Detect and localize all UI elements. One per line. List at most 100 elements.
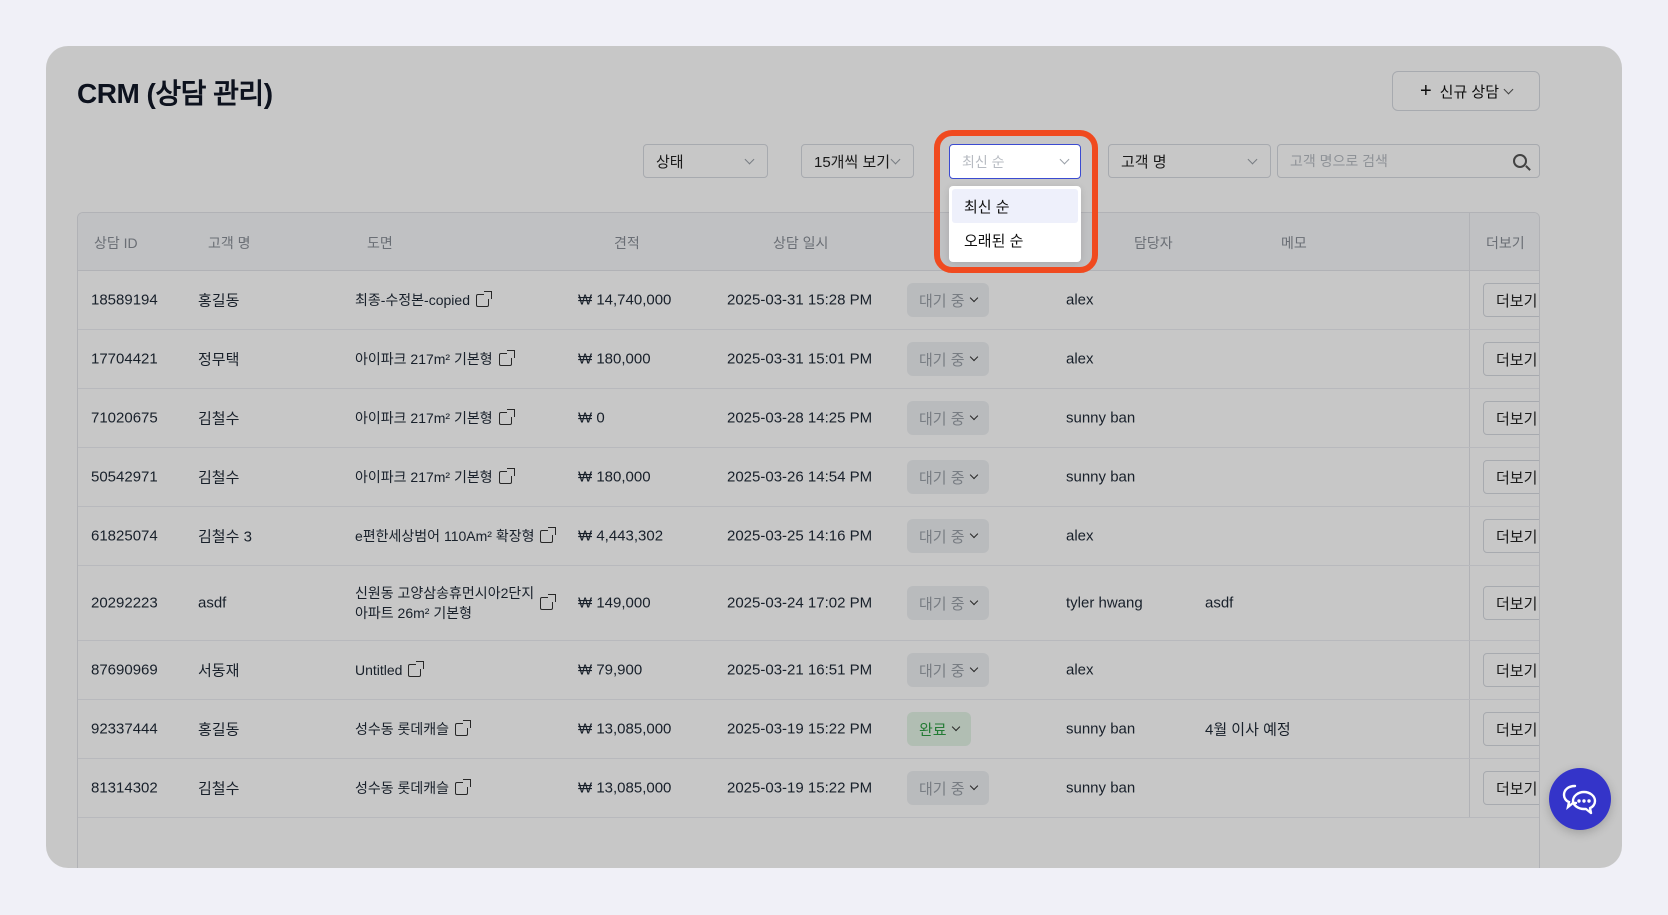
more-button[interactable]: 더보기 <box>1483 401 1539 435</box>
drawing-name: 아이파크 217m² 기본형 <box>355 351 493 367</box>
more-button-label: 더보기 <box>1496 469 1538 487</box>
status-label: 대기 중 <box>919 351 965 369</box>
more-button[interactable]: 더보기 <box>1483 653 1539 687</box>
page-size-select[interactable]: 15개씩 보기 <box>801 144 914 178</box>
status-select[interactable]: 대기 중 <box>907 586 989 620</box>
status-select[interactable]: 대기 중 <box>907 460 989 494</box>
search-field-select[interactable]: 고객 명 <box>1108 144 1271 178</box>
status-select[interactable]: 대기 중 <box>907 519 989 553</box>
estimate: ₩ 180,000 <box>578 468 651 486</box>
external-link-icon[interactable] <box>540 526 557 543</box>
search-icon[interactable] <box>1513 154 1527 168</box>
table-row: 61825074 김철수 3 e편한세상범어 110Am² 확장형 ₩ 4,443,3… <box>78 507 1539 566</box>
status-select[interactable]: 대기 중 <box>907 401 989 435</box>
status-cell: 대기 중 <box>907 460 989 494</box>
more-button[interactable]: 더보기 <box>1483 712 1539 746</box>
chevron-down-icon <box>1503 84 1514 94</box>
external-link-icon[interactable] <box>455 778 472 795</box>
estimate: ₩ 4,443,302 <box>578 527 664 545</box>
search-field-label: 고객 명 <box>1121 153 1167 171</box>
status-select[interactable]: 대기 중 <box>907 342 989 376</box>
external-link-icon[interactable] <box>475 290 492 307</box>
owner-name: alex <box>1066 291 1094 309</box>
drawing-link[interactable]: 신원동 고양삼송휴먼시아2단지 아파트 26m² 기본형 <box>355 583 557 623</box>
status-select[interactable]: 대기 중 <box>907 653 989 687</box>
new-consultation-button[interactable]: + 신규 상담 <box>1392 71 1540 111</box>
consultation-id: 50542971 <box>91 468 158 486</box>
chevron-down-icon <box>969 781 978 791</box>
plus-icon: + <box>1419 80 1432 102</box>
status-label: 대기 중 <box>919 595 965 613</box>
drawing-link[interactable]: 아이파크 217m² 기본형 <box>355 349 515 369</box>
drawing-link[interactable]: 성수동 롯데캐슬 <box>355 778 472 798</box>
owner-name: alex <box>1066 527 1094 545</box>
drawing-link[interactable]: 최종-수정본-copied <box>355 290 492 310</box>
chat-support-button[interactable] <box>1549 768 1611 830</box>
more-button[interactable]: 더보기 <box>1483 283 1539 317</box>
sort-select-placeholder: 최신 순 <box>962 153 1005 170</box>
drawing-link[interactable]: 아이파크 217m² 기본형 <box>355 467 515 487</box>
status-select[interactable]: 대기 중 <box>907 283 989 317</box>
status-filter[interactable]: 상태 <box>643 144 768 178</box>
header-datetime: 상담 일시 <box>773 235 829 251</box>
consultation-id: 17704421 <box>91 350 158 368</box>
more-cell: 더보기 <box>1469 759 1539 817</box>
sort-select[interactable]: 최신 순 <box>949 144 1081 179</box>
owner-name: sunny ban <box>1066 409 1136 427</box>
status-cell: 대기 중 <box>907 586 989 620</box>
chevron-down-icon <box>1059 154 1070 165</box>
table-row: 92337444 홍길동 성수동 롯데캐슬 ₩ 13,085,000 2025-03-1… <box>78 700 1539 759</box>
chevron-down-icon <box>969 411 978 421</box>
status-cell: 대기 중 <box>907 342 989 376</box>
more-cell: 더보기 <box>1469 330 1539 388</box>
estimate: ₩ 149,000 <box>578 594 651 612</box>
consultation-datetime: 2025-03-19 15:22 PM <box>727 779 873 797</box>
more-button-label: 더보기 <box>1496 595 1538 613</box>
more-button[interactable]: 더보기 <box>1483 771 1539 805</box>
table-row: 50542971 김철수 아이파크 217m² 기본형 ₩ 180,000 2025-0… <box>78 448 1539 507</box>
sort-option-oldest[interactable]: 오래된 순 <box>952 223 1078 257</box>
drawing-link[interactable]: 아이파크 217m² 기본형 <box>355 408 515 428</box>
chevron-down-icon <box>1247 154 1258 164</box>
external-link-icon[interactable] <box>498 349 515 366</box>
search-box[interactable] <box>1277 144 1540 178</box>
sort-option-latest[interactable]: 최신 순 <box>952 189 1078 223</box>
chat-bubbles-icon <box>1562 784 1597 815</box>
status-select[interactable]: 완료 <box>907 712 971 746</box>
consultation-datetime: 2025-03-31 15:01 PM <box>727 350 873 368</box>
customer-name: 홍길동 <box>198 721 240 739</box>
search-input[interactable] <box>1290 153 1513 169</box>
more-button-label: 더보기 <box>1496 721 1538 739</box>
drawing-link[interactable]: e편한세상범어 110Am² 확장형 <box>355 526 557 546</box>
consultation-id: 20292223 <box>91 594 158 612</box>
more-button[interactable]: 더보기 <box>1483 519 1539 553</box>
status-select[interactable]: 대기 중 <box>907 771 989 805</box>
estimate: ₩ 13,085,000 <box>578 720 672 738</box>
drawing-link[interactable]: 성수동 롯데캐슬 <box>355 719 472 739</box>
owner-name: sunny ban <box>1066 720 1136 738</box>
customer-name: 서동재 <box>198 662 240 680</box>
header-drawing: 도면 <box>367 235 393 251</box>
more-cell: 더보기 <box>1469 507 1539 565</box>
status-label: 대기 중 <box>919 528 965 546</box>
customer-name: 김철수 <box>198 780 240 798</box>
external-link-icon[interactable] <box>408 660 425 677</box>
status-cell: 대기 중 <box>907 519 989 553</box>
external-link-icon[interactable] <box>498 408 515 425</box>
external-link-icon[interactable] <box>455 719 472 736</box>
table-row: 18589194 홍길동 최종-수정본-copied ₩ 14,740,000 2025… <box>78 271 1539 330</box>
more-cell: 더보기 <box>1469 566 1539 640</box>
header-more-col: 더보기 <box>1469 213 1539 270</box>
external-link-icon[interactable] <box>498 467 515 484</box>
more-button[interactable]: 더보기 <box>1483 586 1539 620</box>
owner-name: sunny ban <box>1066 779 1136 797</box>
chevron-down-icon <box>969 293 978 303</box>
more-button[interactable]: 더보기 <box>1483 342 1539 376</box>
more-button[interactable]: 더보기 <box>1483 460 1539 494</box>
estimate: ₩ 180,000 <box>578 350 651 368</box>
drawing-name: 신원동 고양삼송휴먼시아2단지 <box>355 585 535 601</box>
external-link-icon[interactable] <box>540 593 557 610</box>
consultation-datetime: 2025-03-31 15:28 PM <box>727 291 873 309</box>
drawing-name: e편한세상범어 110Am² 확장형 <box>355 528 535 544</box>
drawing-link[interactable]: Untitled <box>355 660 425 680</box>
